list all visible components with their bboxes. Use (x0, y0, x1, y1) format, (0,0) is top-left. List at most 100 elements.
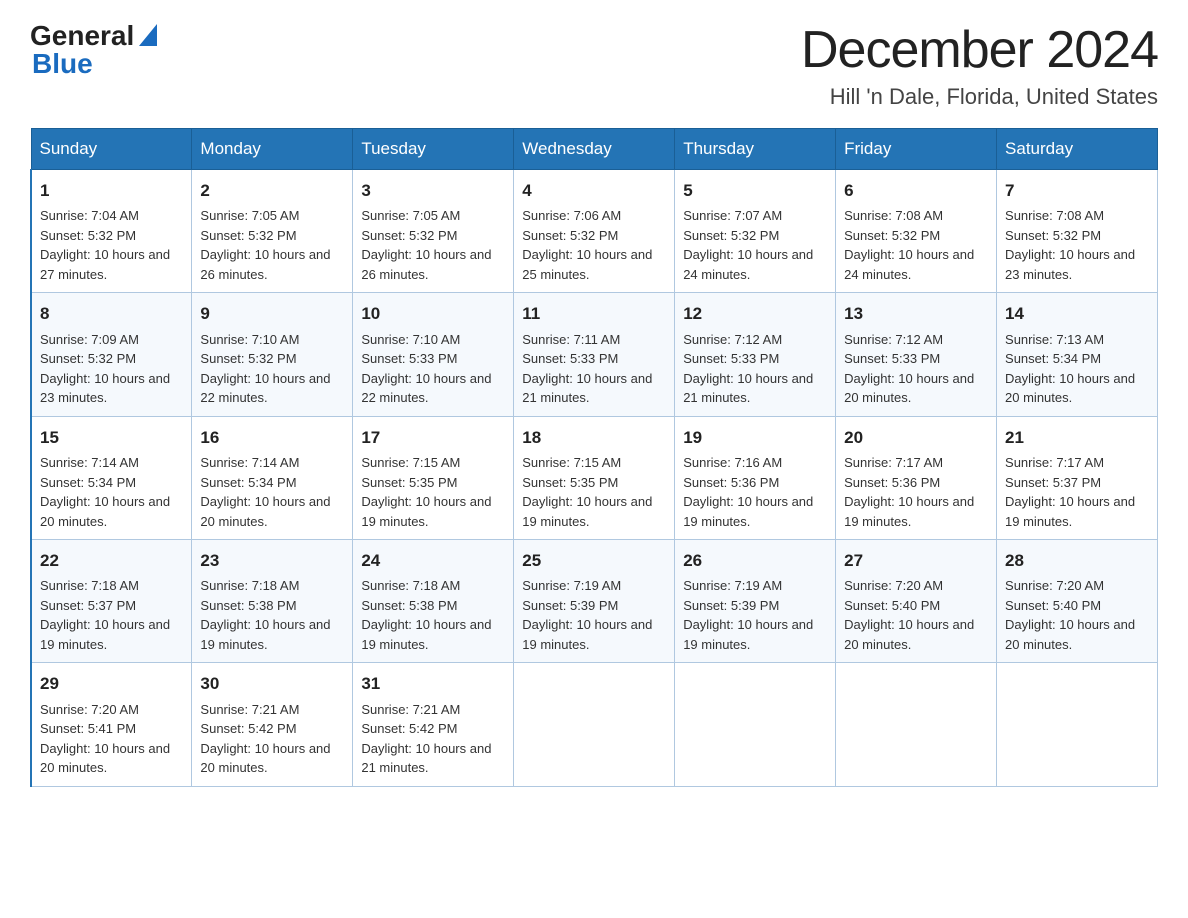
day-info: Sunrise: 7:18 AMSunset: 5:38 PMDaylight:… (361, 576, 505, 654)
day-number: 9 (200, 301, 344, 327)
day-number: 13 (844, 301, 988, 327)
day-info: Sunrise: 7:08 AMSunset: 5:32 PMDaylight:… (844, 206, 988, 284)
month-title: December 2024 (801, 20, 1158, 80)
calendar-cell: 29 Sunrise: 7:20 AMSunset: 5:41 PMDayligh… (31, 663, 192, 786)
day-info: Sunrise: 7:21 AMSunset: 5:42 PMDaylight:… (361, 700, 505, 778)
calendar-cell: 24Sunrise: 7:18 AMSunset: 5:38 PMDayligh… (353, 540, 514, 663)
day-number: 2 (200, 178, 344, 204)
calendar-cell (997, 663, 1158, 786)
day-info: Sunrise: 7:10 AMSunset: 5:32 PMDaylight:… (200, 330, 344, 408)
logo-triangle-icon (139, 24, 157, 51)
calendar-cell: 2Sunrise: 7:05 AMSunset: 5:32 PMDaylight… (192, 170, 353, 293)
logo: General Blue (30, 20, 157, 80)
calendar-cell: 22Sunrise: 7:18 AMSunset: 5:37 PMDayligh… (31, 540, 192, 663)
calendar-cell: 13Sunrise: 7:12 AMSunset: 5:33 PMDayligh… (836, 293, 997, 416)
calendar-week-row: 8 Sunrise: 7:09 AMSunset: 5:32 PMDaylight… (31, 293, 1158, 416)
day-number: 20 (844, 425, 988, 451)
day-number: 19 (683, 425, 827, 451)
calendar-header-row: SundayMondayTuesdayWednesdayThursdayFrid… (31, 129, 1158, 170)
day-number: 30 (200, 671, 344, 697)
title-area: December 2024 Hill 'n Dale, Florida, Uni… (801, 20, 1158, 110)
day-number: 21 (1005, 425, 1149, 451)
day-info: Sunrise: 7:08 AMSunset: 5:32 PMDaylight:… (1005, 206, 1149, 284)
calendar-cell: 23Sunrise: 7:18 AMSunset: 5:38 PMDayligh… (192, 540, 353, 663)
calendar-cell (514, 663, 675, 786)
calendar-cell: 28Sunrise: 7:20 AMSunset: 5:40 PMDayligh… (997, 540, 1158, 663)
day-number: 24 (361, 548, 505, 574)
day-info: Sunrise: 7:13 AMSunset: 5:34 PMDaylight:… (1005, 330, 1149, 408)
day-number: 27 (844, 548, 988, 574)
day-number: 26 (683, 548, 827, 574)
day-number: 3 (361, 178, 505, 204)
day-number: 25 (522, 548, 666, 574)
day-info: Sunrise: 7:10 AMSunset: 5:33 PMDaylight:… (361, 330, 505, 408)
day-header-thursday: Thursday (675, 129, 836, 170)
day-number: 1 (40, 178, 183, 204)
day-number: 28 (1005, 548, 1149, 574)
day-number: 5 (683, 178, 827, 204)
calendar-cell: 30Sunrise: 7:21 AMSunset: 5:42 PMDayligh… (192, 663, 353, 786)
day-number: 15 (40, 425, 183, 451)
calendar-cell: 4Sunrise: 7:06 AMSunset: 5:32 PMDaylight… (514, 170, 675, 293)
calendar-cell (836, 663, 997, 786)
day-header-friday: Friday (836, 129, 997, 170)
day-info: Sunrise: 7:07 AMSunset: 5:32 PMDaylight:… (683, 206, 827, 284)
calendar-cell: 5Sunrise: 7:07 AMSunset: 5:32 PMDaylight… (675, 170, 836, 293)
day-number: 12 (683, 301, 827, 327)
day-info: Sunrise: 7:17 AMSunset: 5:36 PMDaylight:… (844, 453, 988, 531)
calendar-cell: 3Sunrise: 7:05 AMSunset: 5:32 PMDaylight… (353, 170, 514, 293)
day-info: Sunrise: 7:15 AMSunset: 5:35 PMDaylight:… (522, 453, 666, 531)
calendar-cell: 15Sunrise: 7:14 AMSunset: 5:34 PMDayligh… (31, 416, 192, 539)
day-number: 23 (200, 548, 344, 574)
day-number: 8 (40, 301, 183, 327)
location-title: Hill 'n Dale, Florida, United States (801, 84, 1158, 110)
page-header: General Blue December 2024 Hill 'n Dale,… (30, 20, 1158, 110)
day-header-sunday: Sunday (31, 129, 192, 170)
calendar-cell: 31 Sunrise: 7:21 AMSunset: 5:42 PMDayligh… (353, 663, 514, 786)
calendar-week-row: 29 Sunrise: 7:20 AMSunset: 5:41 PMDayligh… (31, 663, 1158, 786)
calendar-cell: 11Sunrise: 7:11 AMSunset: 5:33 PMDayligh… (514, 293, 675, 416)
calendar-cell: 8 Sunrise: 7:09 AMSunset: 5:32 PMDaylight… (31, 293, 192, 416)
calendar-cell: 27Sunrise: 7:20 AMSunset: 5:40 PMDayligh… (836, 540, 997, 663)
day-info: Sunrise: 7:19 AMSunset: 5:39 PMDaylight:… (683, 576, 827, 654)
calendar-cell: 20Sunrise: 7:17 AMSunset: 5:36 PMDayligh… (836, 416, 997, 539)
calendar-cell: 10Sunrise: 7:10 AMSunset: 5:33 PMDayligh… (353, 293, 514, 416)
day-header-tuesday: Tuesday (353, 129, 514, 170)
day-info: Sunrise: 7:05 AMSunset: 5:32 PMDaylight:… (200, 206, 344, 284)
day-number: 6 (844, 178, 988, 204)
calendar-cell: 7Sunrise: 7:08 AMSunset: 5:32 PMDaylight… (997, 170, 1158, 293)
day-info: Sunrise: 7:20 AMSunset: 5:41 PMDaylight:… (40, 700, 183, 778)
day-info: Sunrise: 7:14 AMSunset: 5:34 PMDaylight:… (40, 453, 183, 531)
day-info: Sunrise: 7:05 AMSunset: 5:32 PMDaylight:… (361, 206, 505, 284)
day-header-wednesday: Wednesday (514, 129, 675, 170)
calendar-cell (675, 663, 836, 786)
day-info: Sunrise: 7:18 AMSunset: 5:37 PMDaylight:… (40, 576, 183, 654)
day-number: 7 (1005, 178, 1149, 204)
day-number: 18 (522, 425, 666, 451)
calendar-cell: 1Sunrise: 7:04 AMSunset: 5:32 PMDaylight… (31, 170, 192, 293)
day-info: Sunrise: 7:15 AMSunset: 5:35 PMDaylight:… (361, 453, 505, 531)
calendar-week-row: 1Sunrise: 7:04 AMSunset: 5:32 PMDaylight… (31, 170, 1158, 293)
day-number: 31 (361, 671, 505, 697)
calendar-cell: 26Sunrise: 7:19 AMSunset: 5:39 PMDayligh… (675, 540, 836, 663)
day-header-monday: Monday (192, 129, 353, 170)
day-info: Sunrise: 7:04 AMSunset: 5:32 PMDaylight:… (40, 206, 183, 284)
calendar-cell: 25Sunrise: 7:19 AMSunset: 5:39 PMDayligh… (514, 540, 675, 663)
day-number: 14 (1005, 301, 1149, 327)
day-info: Sunrise: 7:18 AMSunset: 5:38 PMDaylight:… (200, 576, 344, 654)
calendar-table: SundayMondayTuesdayWednesdayThursdayFrid… (30, 128, 1158, 787)
calendar-cell: 18Sunrise: 7:15 AMSunset: 5:35 PMDayligh… (514, 416, 675, 539)
day-info: Sunrise: 7:19 AMSunset: 5:39 PMDaylight:… (522, 576, 666, 654)
calendar-cell: 9 Sunrise: 7:10 AMSunset: 5:32 PMDaylight… (192, 293, 353, 416)
day-number: 11 (522, 301, 666, 327)
calendar-cell: 17Sunrise: 7:15 AMSunset: 5:35 PMDayligh… (353, 416, 514, 539)
day-number: 29 (40, 671, 183, 697)
calendar-cell: 16Sunrise: 7:14 AMSunset: 5:34 PMDayligh… (192, 416, 353, 539)
day-number: 17 (361, 425, 505, 451)
logo-blue-text: Blue (32, 48, 93, 79)
day-header-saturday: Saturday (997, 129, 1158, 170)
day-info: Sunrise: 7:09 AMSunset: 5:32 PMDaylight:… (40, 330, 183, 408)
calendar-week-row: 15Sunrise: 7:14 AMSunset: 5:34 PMDayligh… (31, 416, 1158, 539)
day-number: 4 (522, 178, 666, 204)
calendar-cell: 12Sunrise: 7:12 AMSunset: 5:33 PMDayligh… (675, 293, 836, 416)
